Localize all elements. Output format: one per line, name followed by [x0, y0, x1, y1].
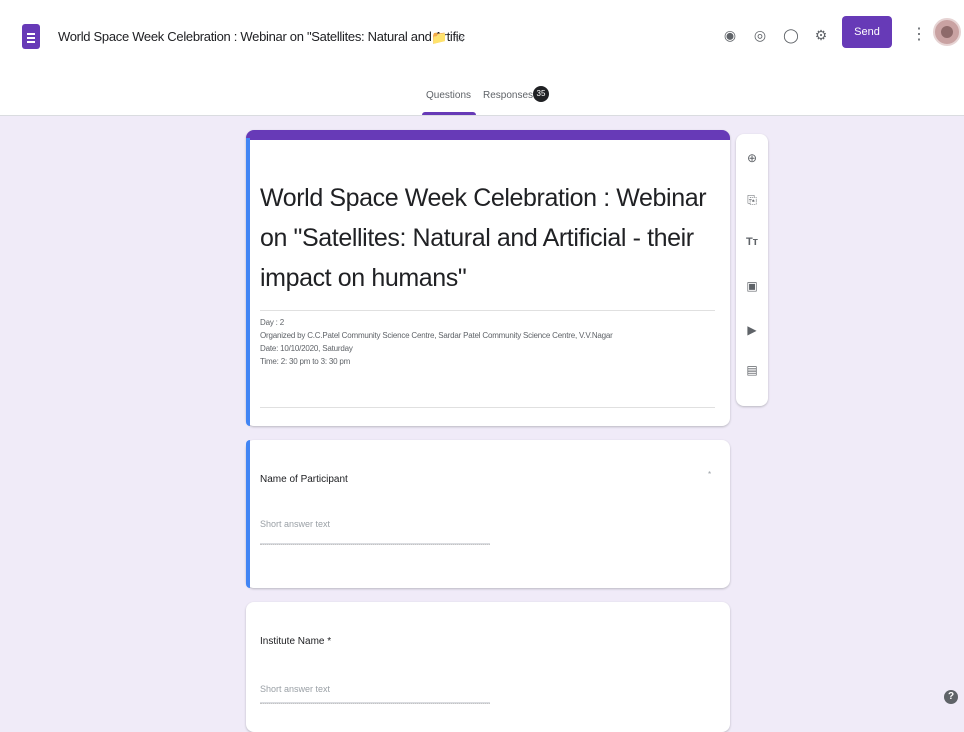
divider [260, 407, 715, 408]
description-line: Date: 10/10/2020, Saturday [260, 344, 353, 353]
tab-questions[interactable]: Questions [426, 90, 471, 101]
form-description[interactable]: Day : 2 Organized by C.C.Patel Community… [260, 316, 720, 368]
focus-indicator [246, 138, 250, 426]
add-question-icon[interactable]: ⊕ [744, 150, 760, 166]
description-line: Time: 2: 30 pm to 3: 30 pm [260, 357, 351, 366]
active-tab-indicator [422, 112, 476, 115]
question-title[interactable]: Institute Name * [260, 636, 331, 647]
avatar[interactable] [933, 18, 961, 46]
top-bar: World Space Week Celebration : Webinar o… [0, 0, 964, 116]
add-image-icon[interactable]: ▣ [744, 278, 760, 294]
responses-count-badge: 35 [533, 86, 549, 102]
answer-underline [260, 543, 490, 545]
add-video-icon[interactable]: ▶ [744, 322, 760, 338]
document-title[interactable]: World Space Week Celebration : Webinar o… [58, 29, 465, 44]
tab-responses[interactable]: Responses [483, 90, 533, 101]
settings-icon[interactable]: ⚙ [812, 26, 830, 44]
import-questions-icon[interactable]: ⎘ [744, 192, 760, 208]
question-card[interactable]: Name of Participant * Short answer text [246, 440, 730, 588]
undo-icon[interactable]: ◯ [782, 26, 800, 44]
required-asterisk: * [708, 470, 712, 479]
short-answer-placeholder: Short answer text [260, 684, 331, 694]
question-toolbar: ⊕ ⎘ Tт ▣ ▶ ▤ [736, 134, 768, 406]
form-title[interactable]: World Space Week Celebration : Webinar o… [260, 178, 715, 298]
answer-underline [260, 702, 490, 704]
divider [260, 310, 715, 311]
form-header-card[interactable]: World Space Week Celebration : Webinar o… [246, 130, 730, 426]
forms-logo-icon[interactable] [22, 24, 40, 49]
star-icon[interactable]: ☆ [454, 30, 466, 46]
more-vert-icon[interactable]: ⋮ [911, 24, 927, 44]
question-title[interactable]: Name of Participant [260, 474, 348, 485]
palette-icon[interactable]: ◉ [721, 26, 739, 44]
send-button[interactable]: Send [842, 16, 892, 48]
short-answer-placeholder: Short answer text [260, 519, 331, 529]
description-line: Organized by C.C.Patel Community Science… [260, 331, 613, 340]
help-icon[interactable]: ? [944, 690, 958, 704]
folder-icon[interactable]: 📁 [431, 30, 447, 46]
description-line: Day : 2 [260, 318, 284, 327]
question-card[interactable]: Institute Name * Short answer text [246, 602, 730, 732]
preview-icon[interactable]: ◎ [751, 26, 769, 44]
add-title-icon[interactable]: Tт [744, 234, 760, 250]
focus-indicator [246, 440, 250, 588]
add-section-icon[interactable]: ▤ [744, 362, 760, 378]
